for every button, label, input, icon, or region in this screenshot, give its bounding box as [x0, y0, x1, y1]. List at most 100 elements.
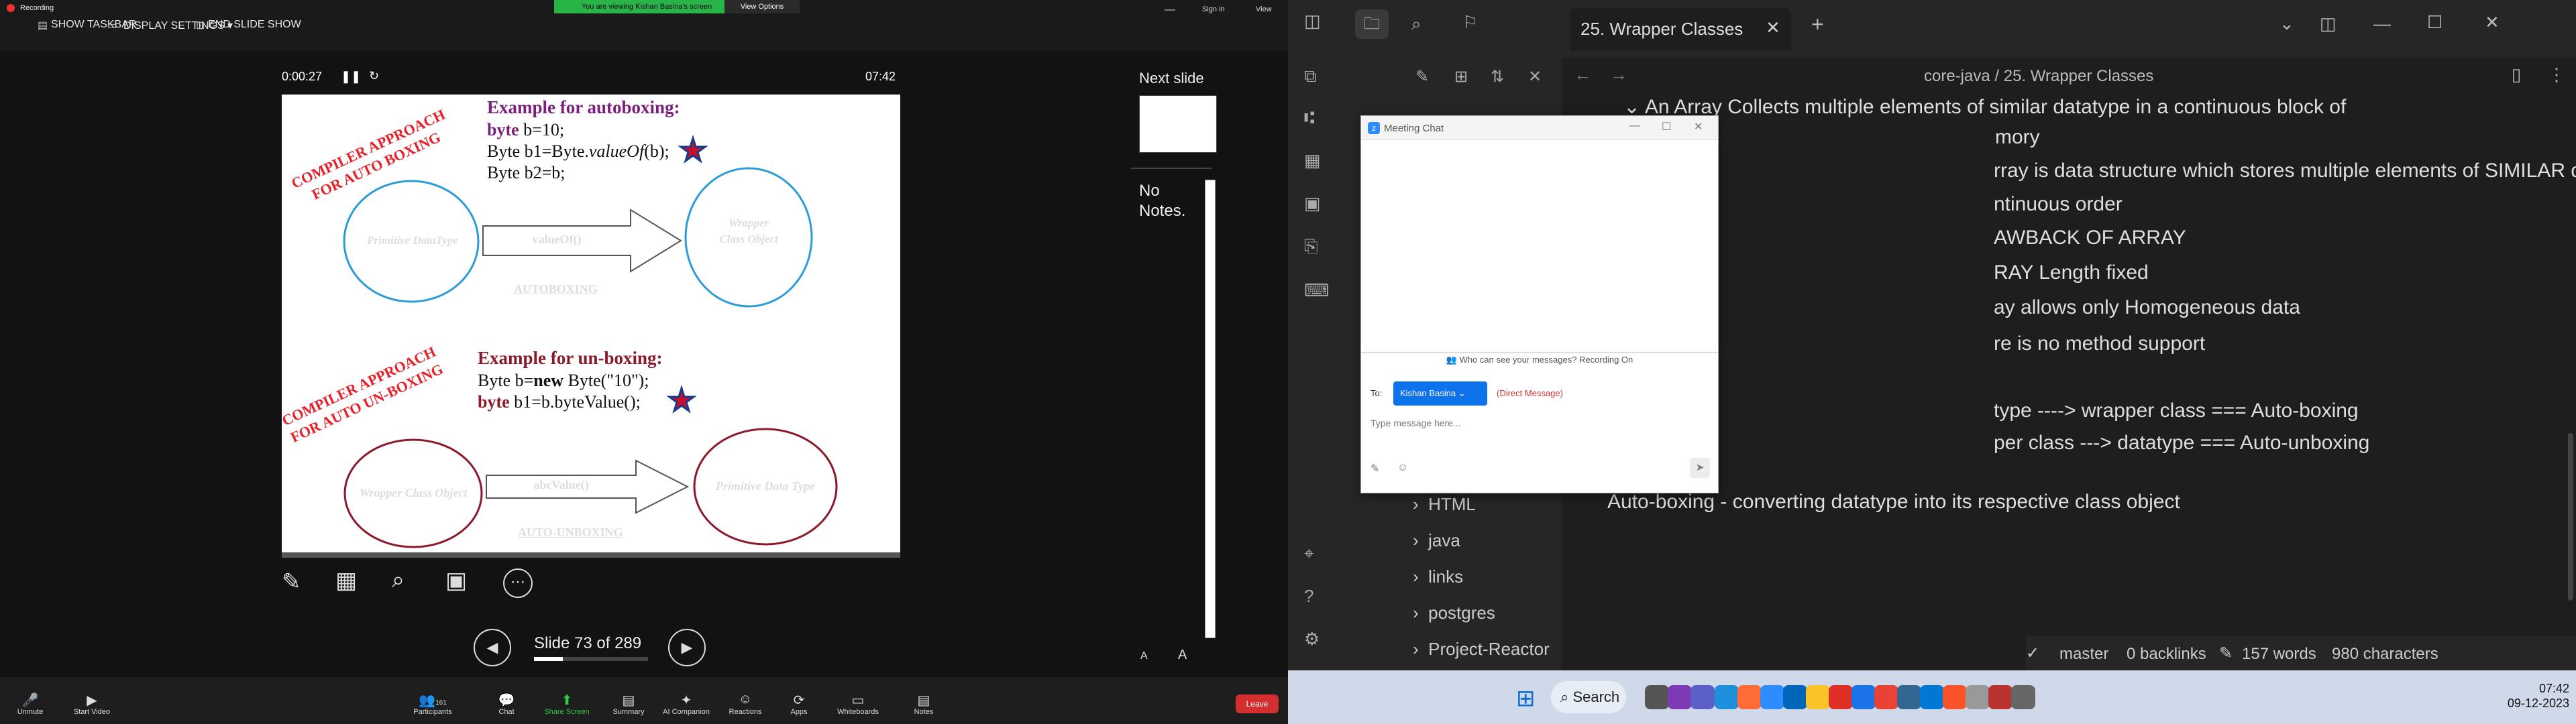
location-icon[interactable]: ⌖: [1304, 543, 1314, 564]
pen-icon[interactable]: ✎: [282, 568, 301, 595]
search-icon[interactable]: ⌕: [392, 567, 405, 593]
apps-button[interactable]: ⟳ Apps: [769, 692, 829, 716]
next-slide-thumbnail[interactable]: [1139, 95, 1217, 153]
onenote-icon[interactable]: [1668, 685, 1692, 709]
font-decrease-button[interactable]: A: [1140, 650, 1148, 662]
window-close-icon[interactable]: ✕: [2485, 12, 2500, 33]
git-branch[interactable]: master: [2059, 645, 2108, 664]
taskbar-search[interactable]: ⌕ Search: [1551, 681, 1626, 713]
edge-icon[interactable]: [1715, 685, 1739, 709]
app-icon[interactable]: [1988, 685, 2012, 709]
folder-icon[interactable]: 🗀: [1355, 9, 1389, 39]
leave-button[interactable]: Leave: [1236, 695, 1279, 713]
vscode-icon[interactable]: [1783, 685, 1807, 709]
breadcrumb-parent[interactable]: core-java: [1924, 67, 1990, 85]
folder-item[interactable]: › links: [1413, 558, 1550, 595]
graph-view-icon[interactable]: ⑆: [1304, 107, 1315, 128]
maximize-icon[interactable]: ☐: [1662, 120, 1671, 133]
start-icon[interactable]: ⊞: [1516, 685, 1536, 712]
format-icon[interactable]: ✎: [1371, 462, 1379, 475]
new-tab-icon[interactable]: +: [1811, 12, 1824, 37]
calendar-icon[interactable]: ▣: [1304, 193, 1321, 214]
pause-icon[interactable]: ❚❚: [341, 70, 361, 84]
sign-in-button[interactable]: Sign in: [1202, 5, 1225, 13]
collapse-icon[interactable]: ✕: [1528, 67, 1542, 86]
clock[interactable]: 07:42 09-12-2023: [2489, 681, 2569, 711]
tab-wrapper-classes[interactable]: 25. Wrapper Classes ✕: [1570, 8, 1791, 51]
participants-icon: 👥161: [419, 693, 447, 708]
edit-icon[interactable]: ✎: [2219, 644, 2233, 663]
new-note-icon[interactable]: ✎: [1415, 67, 1429, 86]
settings-icon[interactable]: ⚙: [1304, 629, 1320, 650]
templates-icon[interactable]: ⎘: [1304, 236, 1318, 257]
ai-companion-button[interactable]: ✦ AI Companion: [656, 692, 716, 716]
font-increase-button[interactable]: A: [1178, 648, 1187, 663]
participants-button[interactable]: 👥161 Participants: [402, 692, 463, 716]
gmail-icon[interactable]: [1874, 685, 1898, 709]
more-options-icon[interactable]: ⋯: [503, 568, 533, 598]
postman-icon[interactable]: [1737, 685, 1762, 709]
grid-view-icon[interactable]: ▦: [335, 567, 357, 594]
notes-icon: ▤: [917, 693, 930, 708]
reactions-button[interactable]: ☺ Reactions: [715, 692, 775, 716]
summary-button[interactable]: ▤ Summary: [598, 692, 659, 716]
app-icon[interactable]: [1966, 685, 1990, 709]
emoji-icon[interactable]: ☺: [1397, 462, 1408, 474]
end-slide-show-button[interactable]: END SLIDE SHOW: [208, 19, 301, 31]
help-icon[interactable]: ?: [1304, 586, 1313, 607]
minimize-icon[interactable]: —: [1629, 120, 1640, 132]
window-maximize-icon[interactable]: ☐: [2427, 12, 2443, 33]
settings-icon[interactable]: [2011, 685, 2035, 709]
sidebar-toggle-icon[interactable]: ◫: [1304, 11, 1321, 32]
new-folder-icon[interactable]: ⊞: [1454, 67, 1468, 86]
pgadmin-icon[interactable]: [1897, 685, 1921, 709]
file-explorer-icon[interactable]: [1806, 685, 1830, 709]
back-icon[interactable]: ←: [1574, 64, 1591, 85]
sort-icon[interactable]: ⇅: [1491, 67, 1504, 86]
privacy-notice[interactable]: 👥 Who can see your messages? Recording O…: [1361, 355, 1718, 365]
folder-item[interactable]: › Project-Reactor: [1413, 631, 1550, 667]
notes-scrollbar[interactable]: [1205, 180, 1216, 638]
close-icon[interactable]: ✕: [1694, 120, 1703, 133]
prev-slide-button[interactable]: ◀: [474, 629, 511, 666]
canvas-icon[interactable]: ▦: [1304, 150, 1321, 171]
screen-icon[interactable]: ▣: [445, 567, 467, 594]
message-input[interactable]: Type message here...: [1371, 418, 1706, 438]
folder-item[interactable]: › postgres: [1413, 595, 1550, 631]
backlinks-count[interactable]: 0 backlinks: [2127, 645, 2206, 664]
close-icon[interactable]: ✕: [1766, 17, 1780, 38]
bookmark-icon[interactable]: ⚐: [1462, 12, 1478, 33]
recipient-dropdown[interactable]: Kishan Basina ⌄: [1393, 381, 1487, 406]
brave-icon[interactable]: [1943, 685, 1967, 709]
chevron-down-icon[interactable]: ⌄: [2279, 13, 2294, 34]
next-slide-button[interactable]: ▶: [668, 629, 706, 666]
view-options-button[interactable]: View Options: [724, 0, 800, 13]
reading-view-icon[interactable]: ▯: [2512, 64, 2521, 85]
task-view-icon[interactable]: [1645, 685, 1669, 709]
minimize-icon[interactable]: —: [1165, 4, 1175, 16]
share-screen-button[interactable]: ⬆ Share Screen: [537, 692, 597, 716]
unmute-button[interactable]: 🎤 Unmute: [0, 692, 60, 716]
scrollbar[interactable]: [2568, 433, 2573, 601]
more-icon[interactable]: ⋮: [2548, 64, 2565, 85]
search-icon[interactable]: ⌕: [1411, 13, 1421, 35]
forward-icon[interactable]: →: [1610, 64, 1627, 85]
zoom-icon[interactable]: [1760, 685, 1784, 709]
recording-label: Recording: [20, 4, 54, 12]
restart-icon[interactable]: ↻: [369, 69, 379, 83]
split-icon[interactable]: ◫: [2320, 13, 2337, 34]
send-icon[interactable]: ➤: [1690, 458, 1710, 478]
app-icon[interactable]: [1920, 685, 1944, 709]
view-button[interactable]: View: [1256, 5, 1272, 13]
folder-item[interactable]: › java: [1413, 522, 1550, 558]
git-icon[interactable]: [1829, 685, 1853, 709]
terminal-icon[interactable]: ⌨: [1304, 280, 1330, 301]
notes-button[interactable]: ▤ Notes: [894, 692, 954, 716]
whiteboards-button[interactable]: ▭ Whiteboards: [828, 692, 888, 716]
quick-switcher-icon[interactable]: ⧉: [1304, 66, 1317, 87]
window-minimize-icon[interactable]: —: [2373, 13, 2391, 34]
chat-button[interactable]: 💬 Chat: [476, 692, 537, 716]
app-icon[interactable]: [1690, 685, 1715, 709]
start-video-button[interactable]: ▶ Start Video: [62, 692, 122, 716]
chrome-icon[interactable]: [1851, 685, 1876, 709]
